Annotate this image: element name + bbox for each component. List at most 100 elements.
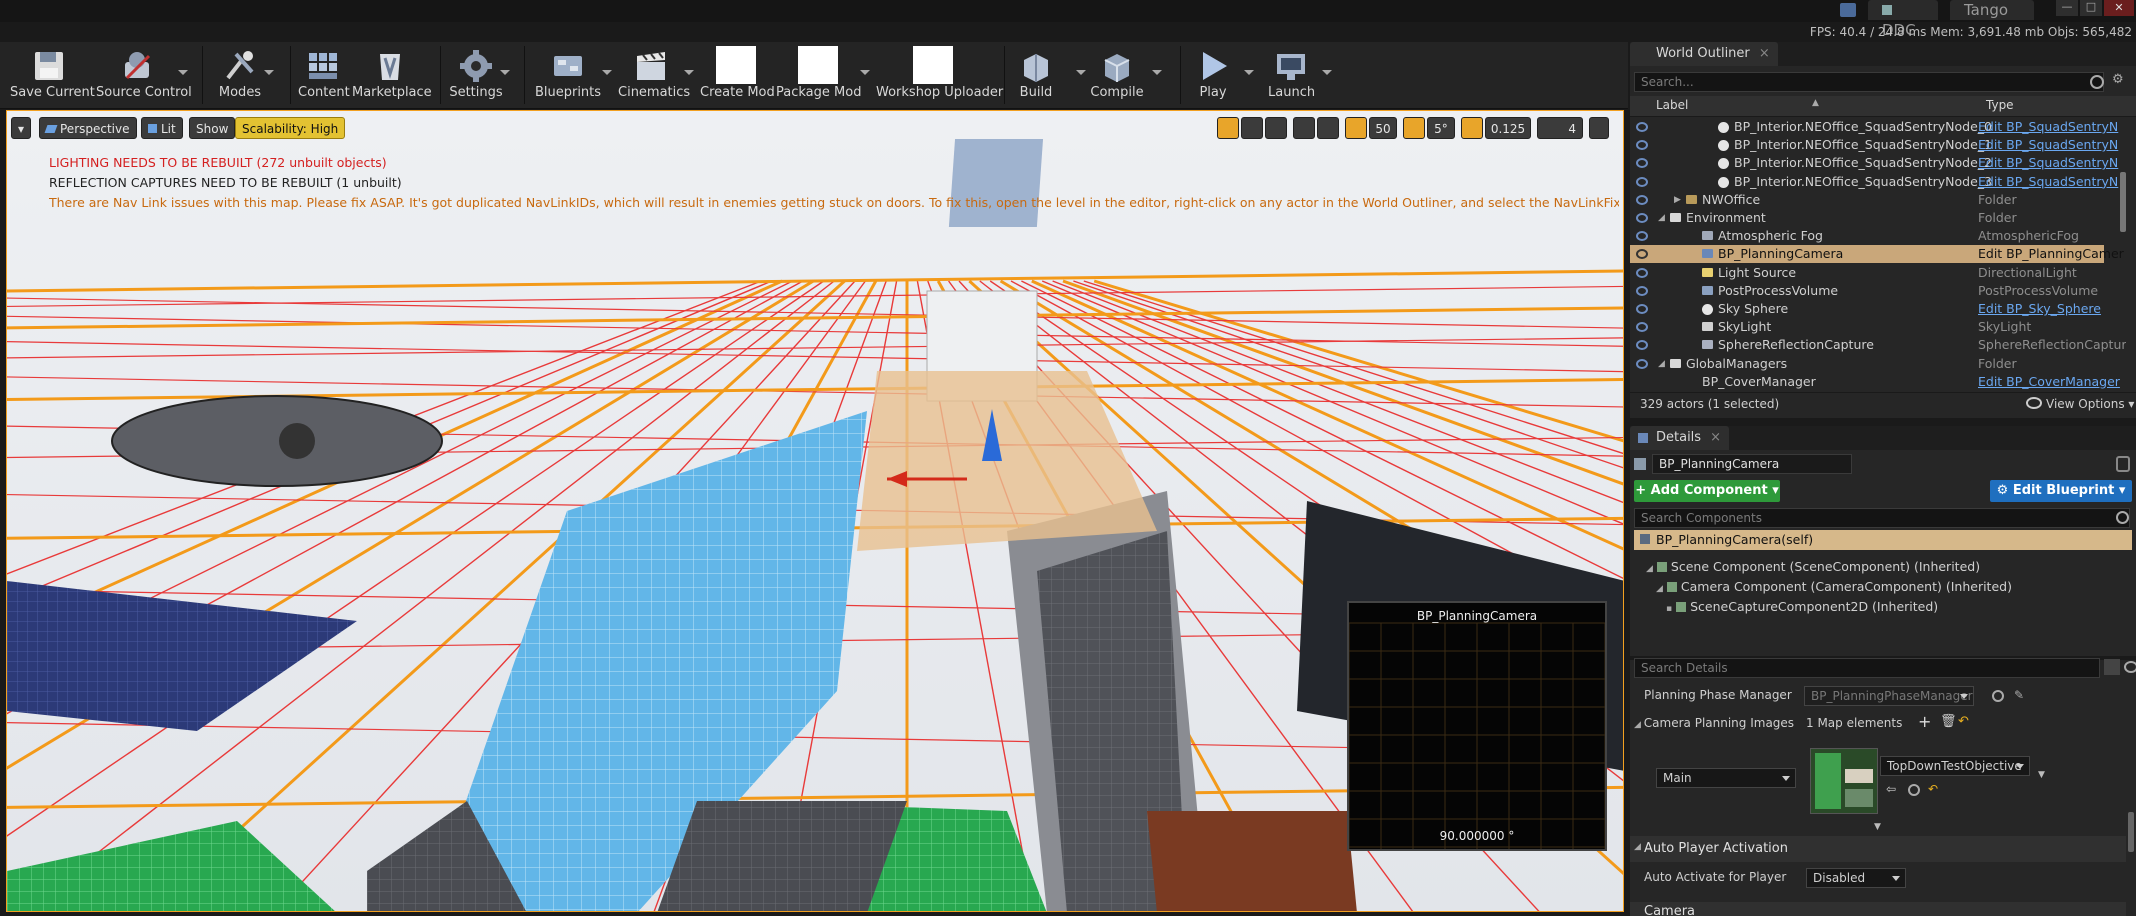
- translate-mode-button[interactable]: [1217, 117, 1239, 139]
- lock-icon[interactable]: [2116, 456, 2130, 472]
- component-row[interactable]: ◢ Camera Component (CameraComponent) (Inh…: [1656, 578, 2012, 596]
- rotation-snap-icon[interactable]: [1403, 117, 1425, 139]
- map-key-select[interactable]: Main: [1656, 768, 1796, 788]
- workshop-uploader-button[interactable]: Workshop Uploader: [876, 42, 1003, 108]
- column-type[interactable]: Type: [1986, 98, 2014, 112]
- tab-details[interactable]: Details ×: [1630, 426, 1730, 450]
- blueprints-button[interactable]: Blueprints: [532, 42, 612, 108]
- outliner-settings-icon[interactable]: ⚙: [2112, 72, 2130, 90]
- cinematics-dropdown-icon[interactable]: [684, 70, 694, 75]
- tab-ddc[interactable]: DDC: [1868, 0, 1938, 39]
- outliner-row[interactable]: BP_Interior.NEOffice_SquadSentryNode_1 Ed…: [1630, 136, 2118, 154]
- visibility-eye-icon[interactable]: [1636, 304, 1648, 314]
- save-current-button[interactable]: Save Current: [10, 42, 95, 108]
- close-button[interactable]: ✕: [2104, 0, 2134, 16]
- settings-dropdown-icon[interactable]: [500, 70, 510, 75]
- minimize-button[interactable]: —: [2056, 0, 2078, 16]
- add-element-icon[interactable]: +: [1918, 712, 1931, 731]
- advanced-expand-icon[interactable]: ▼: [1874, 822, 1881, 832]
- lit-button[interactable]: Lit: [141, 117, 183, 139]
- details-scrollbar[interactable]: [2128, 812, 2134, 852]
- package-mod-button[interactable]: Package Mod: [776, 42, 870, 108]
- view-mode-button[interactable]: Perspective: [39, 117, 137, 139]
- viewport-options-button[interactable]: ▾: [11, 117, 31, 139]
- actor-name-input[interactable]: BP_PlanningCamera: [1652, 454, 1852, 474]
- maximize-button[interactable]: □: [2080, 0, 2102, 16]
- reset-asset-icon[interactable]: ↶: [1928, 782, 1938, 796]
- outliner-row[interactable]: SkyLight SkyLight: [1630, 318, 2104, 336]
- add-component-button[interactable]: + Add Component ▾: [1634, 480, 1780, 502]
- visibility-eye-icon[interactable]: [1636, 358, 1648, 369]
- visibility-eye-icon[interactable]: [1636, 231, 1648, 242]
- play-dropdown-icon[interactable]: [1244, 70, 1254, 75]
- scale-snap-icon[interactable]: [1461, 117, 1483, 139]
- package-mod-dropdown-icon[interactable]: [860, 70, 870, 75]
- collapse-arrow-icon[interactable]: ◢: [1658, 209, 1665, 227]
- objective-asset-select[interactable]: TopDownTestObjective: [1880, 756, 2030, 776]
- texture-thumbnail[interactable]: [1810, 748, 1878, 814]
- collapse-arrow-icon[interactable]: ◢: [1646, 564, 1653, 574]
- camera-speed-button[interactable]: 4: [1537, 117, 1583, 139]
- outliner-row-type[interactable]: Edit BP_CoverManager: [1978, 373, 2120, 391]
- build-button[interactable]: Build: [1012, 42, 1086, 108]
- coordinate-space-button[interactable]: [1293, 117, 1315, 139]
- modes-dropdown-icon[interactable]: [264, 70, 274, 75]
- pick-actor-icon[interactable]: ✎: [2014, 688, 2024, 702]
- collapse-arrow-icon[interactable]: ◢: [1658, 355, 1665, 373]
- source-control-dropdown-icon[interactable]: [178, 70, 188, 75]
- visibility-eye-icon[interactable]: [1636, 249, 1648, 260]
- tab-tango[interactable]: Tango: [1950, 0, 2034, 20]
- outliner-search-input[interactable]: Search...: [1634, 72, 2104, 92]
- rotate-mode-button[interactable]: [1241, 117, 1263, 139]
- compile-dropdown-icon[interactable]: [1152, 70, 1162, 75]
- close-tab-icon[interactable]: ×: [1710, 426, 1721, 450]
- content-button[interactable]: Content: [298, 42, 350, 108]
- planning-phase-manager-select[interactable]: BP_PlanningPhaseManager: [1804, 686, 1974, 706]
- outliner-row[interactable]: BP_PlanningCamera Edit BP_PlanningCamer: [1630, 245, 2124, 264]
- level-viewport[interactable]: ▾ Perspective Lit Show Scalability: High…: [6, 110, 1624, 912]
- compile-button[interactable]: Compile: [1090, 42, 1162, 108]
- key-options-icon[interactable]: ▼: [2038, 770, 2045, 780]
- show-button[interactable]: Show: [189, 117, 236, 139]
- component-row[interactable]: ◢ Scene Component (SceneComponent) (Inher…: [1646, 558, 1980, 576]
- outliner-row[interactable]: Sky Sphere Edit BP_Sky_Sphere: [1630, 300, 2104, 318]
- outliner-row-type[interactable]: Edit BP_SquadSentryN: [1978, 136, 2118, 154]
- edit-blueprint-button[interactable]: ⚙ Edit Blueprint ▾: [1990, 480, 2132, 502]
- column-label[interactable]: Label: [1656, 98, 1688, 112]
- reset-to-default-icon[interactable]: ↶: [1958, 714, 1969, 729]
- rotation-snap-value[interactable]: 5°: [1427, 117, 1455, 139]
- scalability-button[interactable]: Scalability: High: [235, 117, 346, 139]
- outliner-row-type[interactable]: Edit BP_SquadSentryN: [1978, 154, 2118, 172]
- search-components-input[interactable]: Search Components: [1634, 508, 2130, 528]
- use-selected-icon[interactable]: ⇦: [1886, 782, 1896, 796]
- visibility-eye-icon[interactable]: [2124, 661, 2136, 673]
- visibility-eye-icon[interactable]: [1636, 322, 1648, 333]
- outliner-row[interactable]: BP_Interior.NEOffice_SquadSentryNode_3 Ed…: [1630, 173, 2118, 191]
- launch-button[interactable]: Launch: [1268, 42, 1332, 108]
- create-mod-button[interactable]: Create Mod: [700, 42, 775, 108]
- outliner-row[interactable]: SphereReflectionCapture SphereReflectionC…: [1630, 336, 2126, 354]
- visibility-eye-icon[interactable]: [1636, 158, 1648, 169]
- visibility-eye-icon[interactable]: [1636, 340, 1648, 351]
- settings-button[interactable]: Settings: [448, 42, 510, 108]
- visibility-eye-icon[interactable]: [1636, 267, 1648, 278]
- modes-button[interactable]: Modes: [212, 42, 274, 108]
- outliner-row[interactable]: BP_CoverManager Edit BP_CoverManager: [1630, 373, 2120, 391]
- outliner-row[interactable]: ◢ Environment Folder: [1630, 209, 2104, 227]
- visibility-eye-icon[interactable]: [1636, 122, 1648, 132]
- outliner-row[interactable]: Atmospheric Fog AtmosphericFog: [1630, 227, 2104, 245]
- source-control-button[interactable]: Source Control: [96, 42, 192, 108]
- self-component-row[interactable]: BP_PlanningCamera(self): [1634, 530, 2132, 550]
- outliner-row[interactable]: BP_Interior.NEOffice_SquadSentryNode_2 Ed…: [1630, 154, 2118, 172]
- visibility-eye-icon[interactable]: [1636, 285, 1648, 296]
- search-details-input[interactable]: Search Details: [1634, 658, 2100, 678]
- property-matrix-icon[interactable]: [2104, 659, 2120, 675]
- outliner-row[interactable]: PostProcessVolume PostProcessVolume: [1630, 282, 2104, 300]
- cinematics-button[interactable]: Cinematics: [618, 42, 694, 108]
- close-tab-icon[interactable]: ×: [1759, 42, 1770, 66]
- visibility-eye-icon[interactable]: [1636, 194, 1648, 205]
- outliner-row[interactable]: ▶ NWOffice Folder: [1630, 191, 2104, 209]
- expand-arrow-icon[interactable]: ◢: [1634, 720, 1644, 730]
- scale-snap-value[interactable]: 0.125: [1485, 117, 1531, 139]
- auto-activate-select[interactable]: Disabled: [1806, 868, 1906, 888]
